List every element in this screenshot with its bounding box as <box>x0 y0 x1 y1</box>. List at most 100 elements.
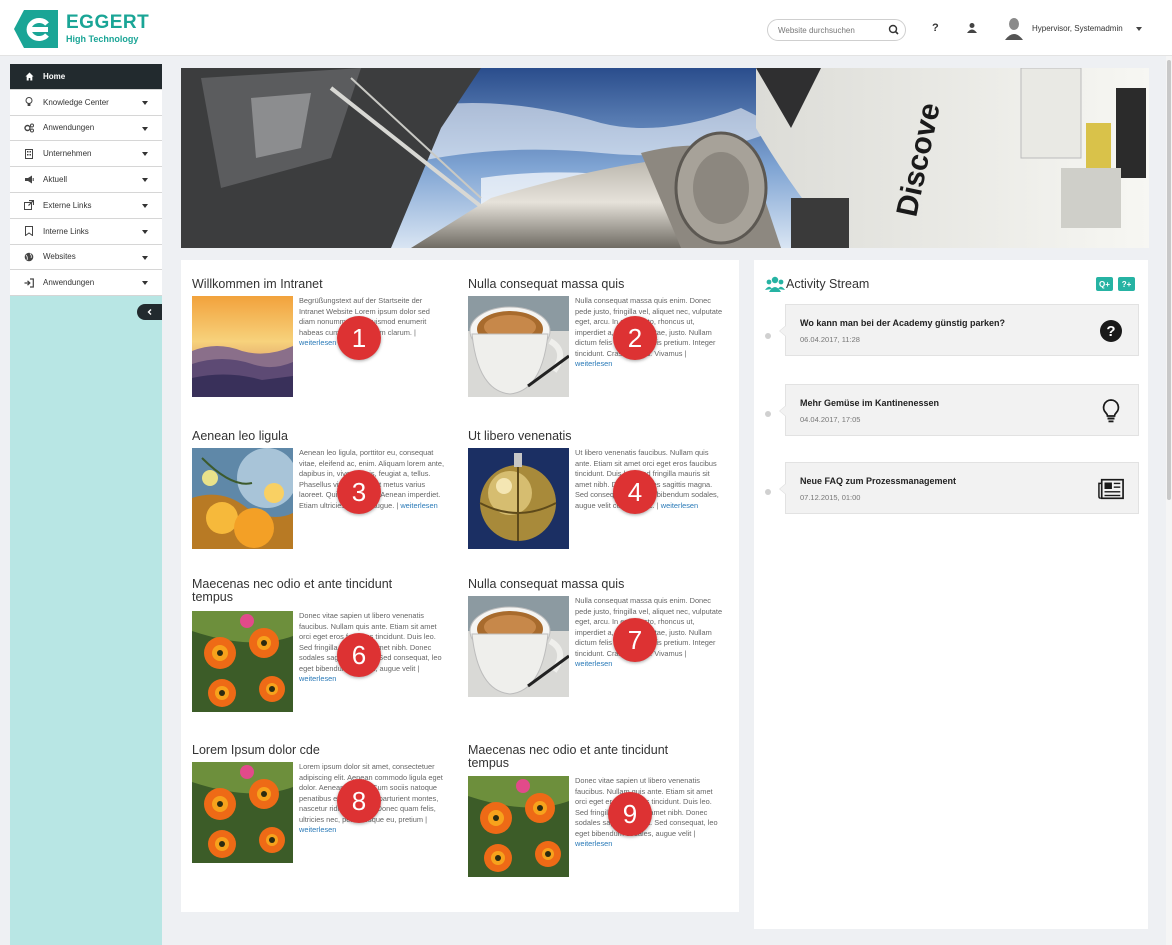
chevron-down-icon <box>142 281 148 286</box>
activity-item-title: Mehr Gemüse im Kantinenessen <box>800 398 940 408</box>
user-icon[interactable] <box>966 22 978 34</box>
chevron-left-icon <box>147 309 151 315</box>
globe-icon <box>24 252 34 262</box>
chevron-down-icon <box>142 100 148 105</box>
article-title[interactable]: Maecenas nec odio et ante tincidunt temp… <box>468 744 708 770</box>
activity-item[interactable]: Mehr Gemüse im Kantinenessen 04.04.2017,… <box>779 384 1139 436</box>
activity-item-title: Wo kann man bei der Academy günstig park… <box>800 318 1006 328</box>
sidebar-item-home[interactable]: Home <box>10 64 162 90</box>
bookmark-icon <box>24 226 34 237</box>
sidebar-item-websites[interactable]: Websites <box>10 244 162 271</box>
activity-item[interactable]: Wo kann man bei der Academy günstig park… <box>779 304 1139 356</box>
megaphone-icon <box>24 175 34 185</box>
article-title[interactable]: Ut libero venenatis <box>468 430 708 443</box>
add-idea-icon: Q+ <box>1099 279 1110 289</box>
sidebar-item-label: Anwendungen <box>43 123 95 133</box>
article-image[interactable] <box>468 596 569 697</box>
article-title[interactable]: Maecenas nec odio et ante tincidunt temp… <box>192 578 432 604</box>
chevron-down-icon <box>142 255 148 260</box>
number-badge: 2 <box>613 316 657 360</box>
read-more-link[interactable]: weiterlesen <box>400 501 437 510</box>
article-image[interactable] <box>192 762 293 863</box>
sidebar-item-externe-links[interactable]: Externe Links <box>10 192 162 219</box>
activity-item-title: Neue FAQ zum Prozessmanagement <box>800 476 957 486</box>
article-title[interactable]: Willkommen im Intranet <box>192 278 432 291</box>
svg-text:?: ? <box>1106 323 1115 340</box>
scrollbar-thumb[interactable] <box>1167 60 1171 500</box>
building-icon <box>24 148 34 159</box>
help-icon[interactable]: ? <box>932 22 939 34</box>
users-icon <box>765 276 785 292</box>
sidebar-collapse-button[interactable] <box>137 304 162 320</box>
sidebar: Home Knowledge Center Anwendungen Untern… <box>10 56 162 945</box>
number-badge: 1 <box>337 316 381 360</box>
article-image[interactable] <box>468 296 569 397</box>
sidebar-item-anwendungen[interactable]: Anwendungen <box>10 115 162 142</box>
read-more-link[interactable]: weiterlesen <box>299 338 336 347</box>
top-header: EGGERT High Technology ? Hypervisor, Sys… <box>0 0 1172 56</box>
sidebar-item-label: Anwendungen <box>43 278 95 288</box>
chevron-down-icon <box>142 152 148 157</box>
read-more-link[interactable]: weiterlesen <box>299 674 336 683</box>
avatar[interactable] <box>1004 16 1024 40</box>
add-idea-button[interactable]: Q+ <box>1096 277 1113 291</box>
brand-name: EGGERT <box>66 12 150 33</box>
read-more-link[interactable]: weiterlesen <box>575 359 612 368</box>
article-image[interactable] <box>192 611 293 712</box>
sidebar-item-label: Aktuell <box>43 175 68 185</box>
sidebar-spacer <box>10 56 162 64</box>
site-search <box>767 19 906 41</box>
article-title[interactable]: Nulla consequat massa quis <box>468 278 708 291</box>
sidebar-item-label: Websites <box>43 252 76 262</box>
article-image[interactable] <box>468 448 569 549</box>
newspaper-icon <box>1098 476 1124 502</box>
chevron-down-icon[interactable] <box>1136 27 1142 31</box>
brand-logo[interactable]: EGGERT High Technology <box>14 10 149 50</box>
read-more-link[interactable]: weiterlesen <box>299 825 336 834</box>
sidebar-item-anwendungen-2[interactable]: Anwendungen <box>10 270 162 297</box>
read-more-link[interactable]: weiterlesen <box>575 839 612 848</box>
chevron-down-icon <box>142 178 148 183</box>
activity-item-date: 07.12.2015, 01:00 <box>800 493 861 502</box>
article-title[interactable]: Nulla consequat massa quis <box>468 578 708 591</box>
sidebar-item-label: Home <box>43 71 66 81</box>
search-icon[interactable] <box>887 23 901 37</box>
search-input[interactable] <box>778 23 882 37</box>
number-badge: 4 <box>613 470 657 514</box>
sidebar-item-label: Interne Links <box>43 226 89 236</box>
hero-banner-image: Discove <box>181 68 1149 248</box>
sidebar-nav: Home Knowledge Center Anwendungen Untern… <box>10 64 162 297</box>
number-badge: 8 <box>337 779 381 823</box>
activity-stream-title: Activity Stream <box>786 277 870 291</box>
sidebar-item-label: Unternehmen <box>43 149 92 159</box>
number-badge: 6 <box>337 633 381 677</box>
sidebar-item-aktuell[interactable]: Aktuell <box>10 167 162 193</box>
article-title[interactable]: Aenean leo ligula <box>192 430 432 443</box>
article-image[interactable] <box>468 776 569 877</box>
activity-item-date: 04.04.2017, 17:05 <box>800 415 861 424</box>
sidebar-item-label: Knowledge Center <box>43 97 109 107</box>
article-title[interactable]: Lorem Ipsum dolor cde <box>192 744 432 757</box>
sidebar-item-interne-links[interactable]: Interne Links <box>10 218 162 245</box>
add-question-button[interactable]: ?+ <box>1118 277 1135 291</box>
article-image[interactable] <box>192 296 293 397</box>
home-icon <box>24 71 34 81</box>
read-more-link[interactable]: weiterlesen <box>575 659 612 668</box>
article-image[interactable] <box>192 448 293 549</box>
user-name[interactable]: Hypervisor, Systemadmin <box>1032 24 1123 33</box>
sidebar-item-knowledge-center[interactable]: Knowledge Center <box>10 89 162 116</box>
number-badge: 7 <box>613 618 657 662</box>
activity-stream-panel: Activity Stream Q+ ?+ Wo kann man bei de… <box>754 260 1148 929</box>
question-circle-icon: ? <box>1098 318 1124 344</box>
activity-item[interactable]: Neue FAQ zum Prozessmanagement 07.12.201… <box>779 462 1139 514</box>
number-badge: 9 <box>608 792 652 836</box>
sign-in-icon <box>24 278 34 288</box>
read-more-link[interactable]: weiterlesen <box>661 501 698 510</box>
timeline-dot <box>765 489 771 495</box>
chevron-down-icon <box>142 203 148 208</box>
sidebar-item-unternehmen[interactable]: Unternehmen <box>10 141 162 168</box>
add-question-icon: ?+ <box>1121 279 1132 289</box>
number-badge: 3 <box>337 470 381 514</box>
lightbulb-icon <box>1098 398 1124 424</box>
timeline-dot <box>765 411 771 417</box>
